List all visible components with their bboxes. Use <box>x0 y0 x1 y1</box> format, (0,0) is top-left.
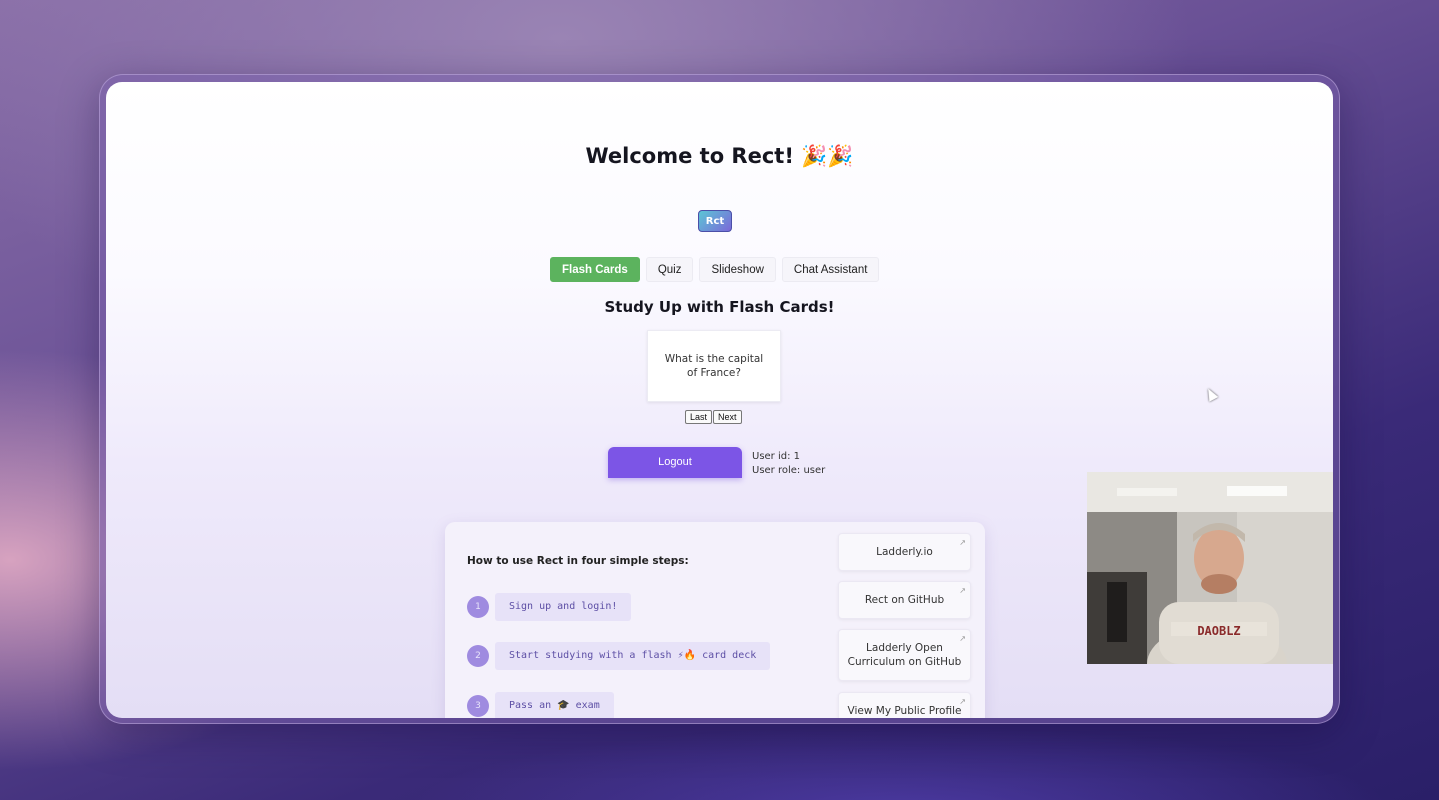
flash-card-question: What is the capital of France? <box>664 353 764 379</box>
external-link-icon: ↗ <box>959 697 966 706</box>
mode-tabs: Flash Cards Quiz Slideshow Chat Assistan… <box>550 257 880 282</box>
link-label: Ladderly Open Curriculum on GitHub <box>847 642 962 668</box>
link-rect-github[interactable]: Rect on GitHub ↗ <box>838 581 971 619</box>
link-label: Ladderly.io <box>876 546 933 558</box>
step-number: 2 <box>467 645 489 667</box>
link-label: Rect on GitHub <box>864 594 945 606</box>
step-number: 3 <box>467 695 489 717</box>
card-nav: Last Next <box>685 410 742 424</box>
step-number: 1 <box>467 596 489 618</box>
step-text: Sign up and login! <box>495 593 632 621</box>
logout-button[interactable]: Logout <box>608 447 742 478</box>
browser-viewport: Welcome to Rect! 🎉🎉 Rct Flash Cards Quiz… <box>106 82 1333 718</box>
step-text: Pass an 🎓 exam <box>495 692 614 718</box>
webcam-overlay: DAOBLZ <box>1087 472 1333 664</box>
info-panel: How to use Rect in four simple steps: 1 … <box>445 522 985 718</box>
steps-title: How to use Rect in four simple steps: <box>467 555 689 567</box>
last-button[interactable]: Last <box>685 410 713 424</box>
app-logo[interactable]: Rct <box>698 210 732 232</box>
webcam-video-icon: DAOBLZ <box>1087 472 1333 664</box>
tab-quiz[interactable]: Quiz <box>645 257 694 282</box>
mouse-cursor-icon <box>1203 386 1219 402</box>
flash-card[interactable]: What is the capital of France? <box>647 330 781 402</box>
page-title: Welcome to Rect! 🎉🎉 <box>585 144 854 168</box>
external-link-icon: ↗ <box>959 586 966 595</box>
link-public-profile[interactable]: View My Public Profile ↗ <box>838 692 971 718</box>
tab-chat-assistant[interactable]: Chat Assistant <box>781 257 880 282</box>
step-text: Start studying with a flash ⚡🔥 card deck <box>495 642 771 670</box>
tab-slideshow[interactable]: Slideshow <box>699 257 776 282</box>
step-item: 2 Start studying with a flash ⚡🔥 card de… <box>467 642 771 670</box>
external-link-icon: ↗ <box>959 634 966 643</box>
link-ladderly-curriculum[interactable]: Ladderly Open Curriculum on GitHub ↗ <box>838 629 971 681</box>
step-item: 3 Pass an 🎓 exam <box>467 692 614 718</box>
external-link-icon: ↗ <box>959 538 966 547</box>
shirt-text: DAOBLZ <box>1197 624 1240 638</box>
user-id: User id: 1 <box>752 451 801 462</box>
next-button[interactable]: Next <box>713 410 742 424</box>
flashcards-heading: Study Up with Flash Cards! <box>604 298 835 316</box>
user-info: User id: 1 User role: user <box>752 450 825 478</box>
user-role: User role: user <box>752 465 826 476</box>
link-label: View My Public Profile <box>847 705 962 717</box>
link-ladderly[interactable]: Ladderly.io ↗ <box>838 533 971 571</box>
tab-flash-cards[interactable]: Flash Cards <box>550 257 640 282</box>
step-item: 1 Sign up and login! <box>467 593 632 621</box>
